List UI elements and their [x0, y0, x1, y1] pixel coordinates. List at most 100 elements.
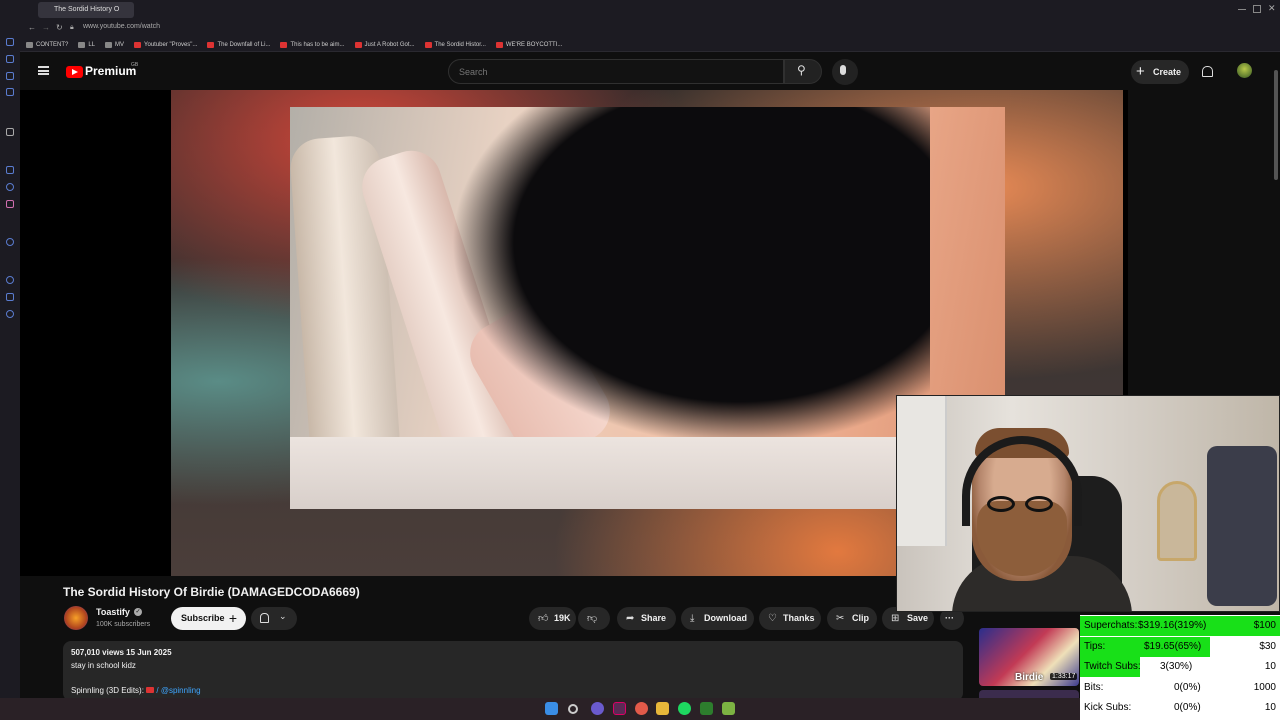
bookmark-label: LL	[88, 41, 96, 48]
bookmark-favicon-icon	[26, 41, 33, 48]
search-input[interactable]	[448, 59, 784, 84]
voice-search-button[interactable]	[832, 59, 858, 85]
bookmark-label: WE'RE BOYCOTTI...	[505, 41, 563, 48]
address-bar[interactable]: ← → ↻ 🔒︎	[0, 20, 1280, 38]
description-credit: Spinnling (3D Edits): / @spinnling	[71, 686, 201, 695]
history-icon[interactable]	[6, 276, 14, 284]
channel-link[interactable]: / @spinnling	[156, 686, 200, 695]
share-button[interactable]: ➦ Share	[617, 607, 676, 630]
messenger-icon[interactable]	[6, 183, 14, 191]
minimize-icon[interactable]	[1238, 9, 1246, 17]
sidebar-app-icon[interactable]	[6, 38, 14, 46]
scissors-icon: ✂	[836, 613, 845, 624]
bookmark-item[interactable]: The Sordid Histor...	[424, 41, 486, 48]
bookmark-item[interactable]: Youtuber "Proves"...	[134, 41, 198, 48]
taskbar-search-icon[interactable]	[568, 704, 578, 714]
back-icon[interactable]: ←	[28, 23, 36, 32]
sidebar-app-icon[interactable]	[6, 72, 14, 80]
clip-button[interactable]: ✂ Clip	[827, 607, 877, 630]
thumbs-up-icon: 👍︎	[538, 613, 549, 624]
bookmark-item[interactable]: WE'RE BOYCOTTI...	[495, 41, 563, 48]
bookmark-favicon-icon	[354, 41, 362, 48]
sidebar-app-icon[interactable]	[6, 166, 14, 174]
webcam-overlay	[896, 395, 1280, 612]
download-label: Download	[704, 613, 747, 623]
bookmark-favicon-icon	[495, 41, 503, 48]
channel-avatar[interactable]	[64, 606, 88, 630]
hanging-jacket	[1207, 446, 1277, 606]
thanks-icon: ♡	[768, 613, 777, 624]
clip-label: Clip	[852, 613, 869, 623]
download-button[interactable]: ⤓ Download	[681, 607, 754, 630]
account-avatar[interactable]	[1237, 63, 1252, 78]
taskbar-app-icon[interactable]	[635, 702, 648, 715]
like-button[interactable]: 👍︎ 19K	[529, 607, 576, 630]
sidebar-app-icon[interactable]	[6, 128, 14, 136]
hamburger-menu-icon[interactable]	[38, 66, 49, 75]
windows-start-icon[interactable]	[545, 702, 558, 715]
donation-goals-panel: Superchats: $319.16(319%) $100 Tips: $19.65(…	[1080, 615, 1280, 720]
black-cat	[450, 107, 930, 447]
goal-value: $319.16(319%)	[1138, 620, 1207, 631]
taskbar-app-icon[interactable]	[591, 702, 604, 715]
bookmark-item[interactable]: The Downfall of Li...	[207, 41, 270, 48]
window-blinds	[897, 396, 947, 546]
sidebar-app-icon[interactable]	[6, 55, 14, 63]
maximize-icon[interactable]	[1253, 5, 1261, 13]
reload-icon[interactable]: ↻	[56, 23, 63, 32]
view-count-date: 507,010 views 15 Jun 2025	[71, 648, 172, 657]
goal-value: 3(30%)	[1160, 661, 1193, 672]
thumbs-down-icon: 👎︎	[587, 613, 598, 624]
credit-label: Spinnling (3D Edits):	[71, 686, 147, 695]
subscribe-button[interactable]: Subscribe +	[171, 607, 246, 630]
bookmark-item[interactable]: Just A Robot Got...	[354, 41, 415, 48]
like-count: 19K	[554, 613, 571, 623]
goal-label: Superchats:	[1084, 620, 1138, 631]
video-title: The Sordid History Of Birdie (DAMAGEDCOD…	[63, 585, 360, 599]
dislike-button[interactable]: 👎︎	[578, 607, 610, 630]
file-explorer-icon[interactable]	[656, 702, 669, 715]
close-icon[interactable]: ✕	[1268, 3, 1276, 13]
bookmark-label: MV	[115, 41, 125, 48]
sidebar-app-icon[interactable]	[6, 293, 14, 301]
thanks-button[interactable]: ♡ Thanks	[759, 607, 821, 630]
page-scrollbar[interactable]	[1274, 70, 1278, 180]
notifications-bell-icon[interactable]	[1202, 66, 1213, 77]
opera-gx-icon[interactable]	[613, 702, 626, 715]
bookmark-item[interactable]: MV	[105, 41, 125, 48]
thanks-label: Thanks	[783, 613, 815, 623]
notification-settings-button[interactable]: ⌄	[251, 607, 297, 630]
search-button[interactable]: ⚲	[784, 59, 822, 84]
taskbar-app-icon[interactable]	[722, 702, 735, 715]
tab-youtube[interactable]: The Sordid History O	[38, 2, 134, 18]
goal-value: $19.65(65%)	[1144, 640, 1202, 652]
bookmark-label: Youtuber "Proves"...	[144, 41, 198, 48]
settings-icon[interactable]	[6, 310, 14, 318]
xbox-icon[interactable]	[700, 702, 713, 715]
sidebar-app-icon[interactable]	[6, 238, 14, 246]
spotify-icon[interactable]	[678, 702, 691, 715]
goal-label: Bits:	[1084, 681, 1104, 693]
url-text[interactable]: www.youtube.com/watch	[83, 23, 160, 30]
description-text: stay in school kidz	[71, 661, 136, 670]
goal-row: Kick Subs: 0(0%) 10	[1080, 698, 1280, 718]
save-label: Save	[907, 613, 929, 623]
bookmark-favicon-icon	[424, 41, 432, 48]
bookmark-item[interactable]: CONTENT?	[26, 41, 68, 48]
channel-name[interactable]: Toastify	[96, 607, 130, 617]
goal-target: 1000	[1253, 681, 1276, 693]
bookmark-item[interactable]: This has to be aim...	[280, 41, 345, 48]
search-icon: ⚲	[797, 63, 806, 77]
forward-icon[interactable]: →	[42, 23, 50, 32]
browser-sidebar	[0, 20, 20, 720]
youtube-logo-icon[interactable]	[66, 66, 83, 78]
goal-row: Superchats: $319.16(319%) $100	[1080, 616, 1280, 636]
youtube-premium-logo[interactable]: Premium	[85, 64, 136, 78]
goal-label: Twitch Subs:	[1084, 661, 1141, 672]
bookmark-item[interactable]: LL	[78, 41, 96, 48]
share-icon: ➦	[626, 613, 635, 624]
sidebar-app-icon[interactable]	[6, 88, 14, 96]
instagram-icon[interactable]	[6, 200, 14, 208]
subscribe-label: Subscribe	[181, 613, 225, 623]
bookmarks-bar: CONTENT? LL MV Youtuber "Proves"... The Down…	[0, 38, 1280, 52]
